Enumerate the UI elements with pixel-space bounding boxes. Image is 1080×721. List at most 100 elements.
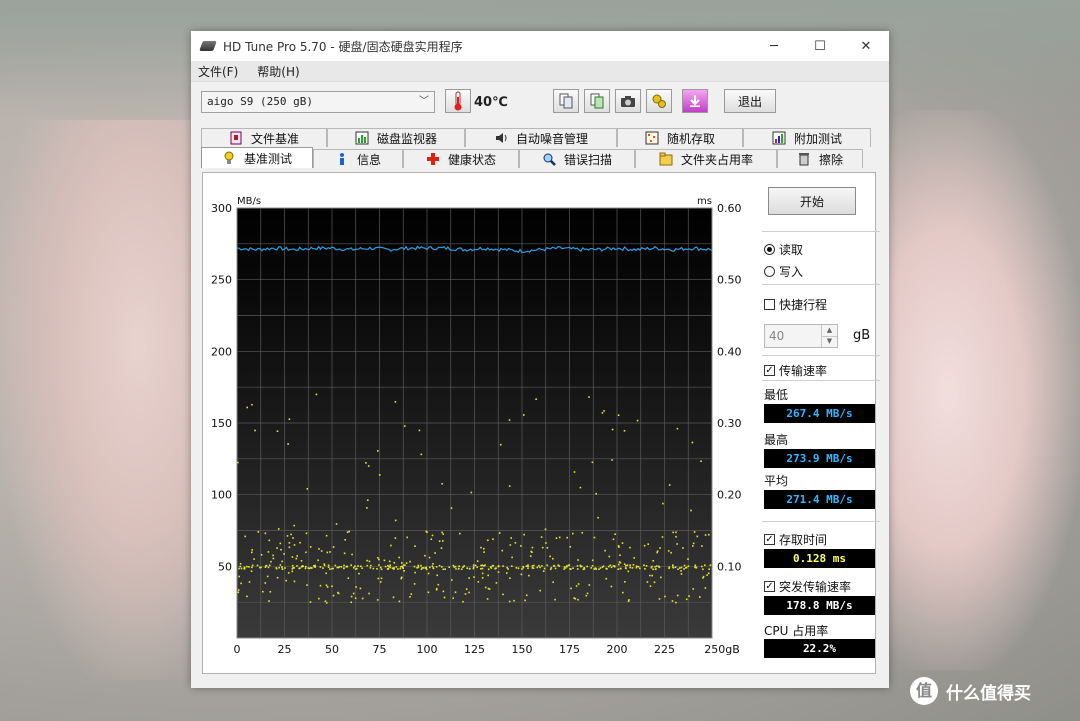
read-radio[interactable]: 读取	[764, 241, 803, 258]
start-button[interactable]: 开始	[768, 187, 856, 215]
exit-button[interactable]: 退出	[724, 89, 776, 113]
spinner-down-icon[interactable]: ▼	[821, 336, 837, 347]
access-time-point	[350, 564, 352, 566]
temperature-readout: 40℃	[474, 95, 508, 110]
access-time-point	[361, 597, 364, 600]
access-time-point	[672, 567, 675, 569]
access-time-point	[525, 565, 528, 567]
access-time-point	[369, 567, 372, 569]
x-tick-label: 150	[512, 643, 533, 656]
access-time-point	[332, 546, 335, 548]
access-time-point	[392, 596, 395, 599]
access-time-point	[586, 565, 588, 568]
access-time-point	[370, 564, 372, 567]
tab-info[interactable]: 信息	[313, 149, 403, 168]
access-time-point	[629, 564, 631, 566]
tab-folder-usage[interactable]: 文件夹占用率	[635, 149, 777, 168]
access-time-point	[348, 530, 350, 533]
access-time-point	[591, 559, 594, 562]
access-time-point	[388, 565, 390, 568]
access-time-point	[612, 538, 615, 541]
access-time-point	[660, 576, 662, 579]
access-time-point	[293, 524, 295, 527]
tab-error-scan[interactable]: 错误扫描	[519, 149, 635, 168]
burst-rate-checkbox[interactable]: ✓ 突发传输速率	[764, 578, 851, 595]
access-time-point	[356, 567, 358, 570]
access-time-point	[272, 557, 275, 560]
menu-file[interactable]: 文件(F)	[198, 63, 238, 80]
access-time-point	[455, 568, 457, 570]
tab-label: 磁盘监视器	[376, 131, 437, 146]
tab-row-back: 文件基准 磁盘监视器 自动噪音管理 随机存取 附加测试	[201, 128, 871, 148]
drive-select[interactable]: aigo S9 (250 gB) ﹀	[201, 91, 435, 113]
access-time-point	[380, 568, 383, 571]
tab-noise-management[interactable]: 自动噪音管理	[465, 128, 617, 147]
options-icon[interactable]	[646, 89, 672, 113]
access-time-point	[463, 565, 465, 567]
access-time-point	[301, 566, 303, 568]
access-time-point	[413, 565, 416, 568]
divider	[762, 380, 880, 381]
access-time-point	[290, 533, 292, 536]
access-time-point	[379, 581, 382, 583]
access-time-point	[506, 572, 508, 574]
access-time-point	[420, 453, 423, 456]
camera-icon[interactable]	[615, 89, 641, 113]
access-time-point	[476, 566, 478, 569]
tab-disk-monitor[interactable]: 磁盘监视器	[327, 128, 465, 147]
write-radio[interactable]: 写入	[764, 263, 803, 280]
access-time-point	[595, 492, 597, 495]
access-time-point	[474, 564, 477, 567]
access-time-point	[344, 539, 346, 541]
close-button[interactable]: ✕	[843, 31, 889, 61]
access-time-point	[539, 589, 541, 592]
access-time-point	[337, 566, 340, 569]
access-time-point	[603, 410, 605, 412]
access-time-point	[481, 577, 484, 579]
access-time-point	[295, 557, 298, 560]
access-time-point	[538, 564, 540, 567]
access-time-point	[279, 542, 282, 545]
short-stroke-checkbox[interactable]: 快捷行程	[764, 296, 827, 313]
short-stroke-spinner[interactable]: 40 ▲ ▼	[764, 324, 838, 348]
access-time-point	[253, 558, 255, 560]
access-time-point	[248, 566, 250, 568]
tab-erase[interactable]: 擦除	[777, 149, 863, 168]
access-time-point	[272, 554, 274, 557]
tab-benchmark[interactable]: 基准测试	[201, 147, 313, 168]
access-time-point	[545, 542, 547, 544]
access-time-point	[530, 550, 532, 553]
tab-health[interactable]: 健康状态	[403, 149, 519, 168]
access-time-point	[414, 545, 416, 547]
access-time-point	[286, 535, 289, 537]
access-time-point	[625, 565, 627, 567]
tab-random-access[interactable]: 随机存取	[617, 128, 743, 147]
minimize-button[interactable]: ─	[751, 31, 797, 61]
access-time-point	[687, 558, 689, 560]
tab-label: 擦除	[818, 152, 843, 167]
access-time-point	[260, 554, 263, 556]
temperature-icon[interactable]	[445, 89, 471, 113]
download-icon[interactable]	[682, 89, 708, 113]
access-time-point	[453, 566, 456, 568]
maximize-button[interactable]: ☐	[797, 31, 843, 61]
x-tick-label: 100	[417, 643, 438, 656]
copy-screenshot-icon[interactable]	[584, 89, 610, 113]
short-stroke-unit: gB	[853, 328, 871, 343]
tab-file-benchmark[interactable]: 文件基准	[201, 128, 327, 147]
access-time-point	[692, 588, 694, 590]
erase-icon	[797, 152, 811, 166]
copy-info-icon[interactable]	[553, 89, 579, 113]
access-time-point	[299, 541, 301, 544]
access-time-point	[431, 565, 434, 567]
access-time-point	[288, 542, 291, 544]
tab-label: 附加测试	[793, 131, 842, 146]
access-time-point	[399, 567, 402, 570]
menu-help[interactable]: 帮助(H)	[257, 63, 299, 80]
access-time-point	[268, 539, 271, 542]
transfer-rate-checkbox[interactable]: ✓ 传输速率	[764, 362, 827, 379]
access-time-checkbox[interactable]: ✓ 存取时间	[764, 531, 827, 548]
access-time-point	[704, 534, 707, 536]
tab-extra-tests[interactable]: 附加测试	[743, 128, 871, 147]
access-time-point	[550, 567, 553, 569]
